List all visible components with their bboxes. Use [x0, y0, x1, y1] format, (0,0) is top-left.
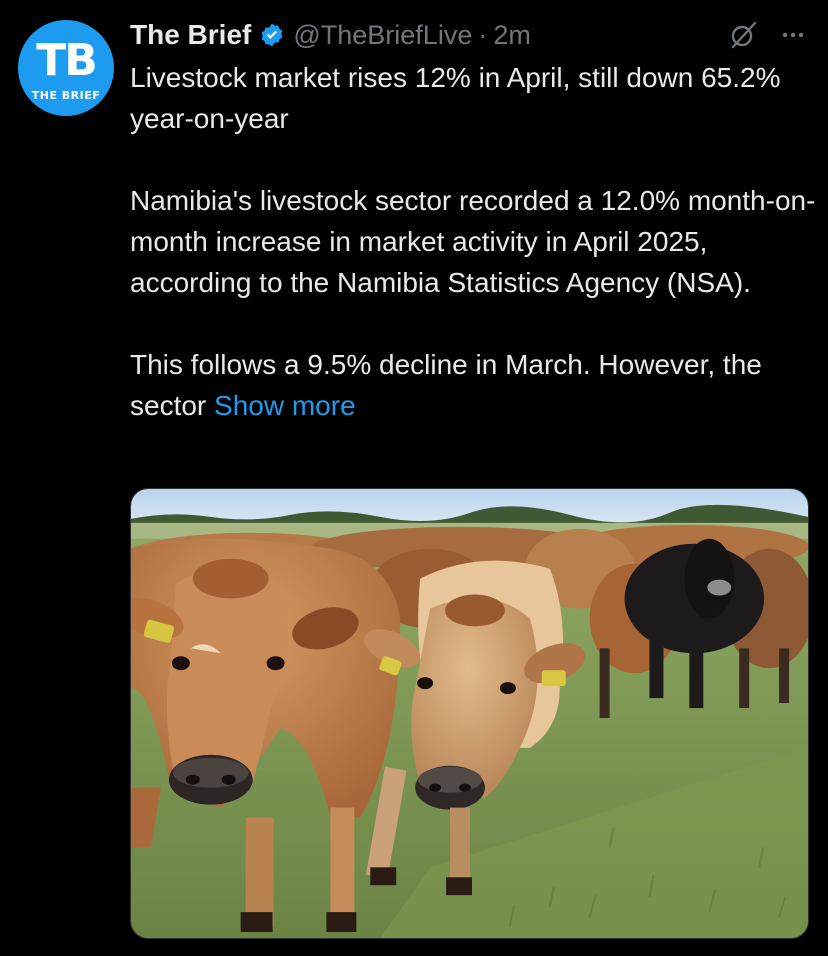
tweet-text: Livestock market rises 12% in April, sti…	[130, 57, 820, 426]
cows-photo	[131, 489, 808, 938]
grok-icon[interactable]	[728, 20, 758, 50]
tweet-media-image[interactable]	[130, 488, 809, 939]
show-more-link[interactable]: Show more	[214, 390, 356, 421]
verified-badge-icon[interactable]	[259, 22, 285, 48]
tweet-headline: Livestock market rises 12% in April, sti…	[130, 62, 781, 134]
more-icon[interactable]	[778, 20, 808, 50]
handle[interactable]: @TheBriefLive	[293, 20, 472, 51]
display-name[interactable]: The Brief	[130, 19, 251, 51]
avatar-label: THE BRIEF	[31, 88, 101, 102]
tweet-header: The Brief @TheBriefLive · 2m	[130, 16, 808, 54]
tweet-paragraph-2: This follows a 9.5% decline in March. Ho…	[130, 344, 820, 426]
separator: ·	[478, 19, 488, 50]
avatar[interactable]: TB THE BRIEF	[18, 20, 114, 116]
avatar-monogram: TB	[36, 34, 98, 86]
timestamp[interactable]: 2m	[493, 20, 531, 51]
tweet-paragraph-1: Namibia's livestock sector recorded a 12…	[130, 185, 816, 298]
